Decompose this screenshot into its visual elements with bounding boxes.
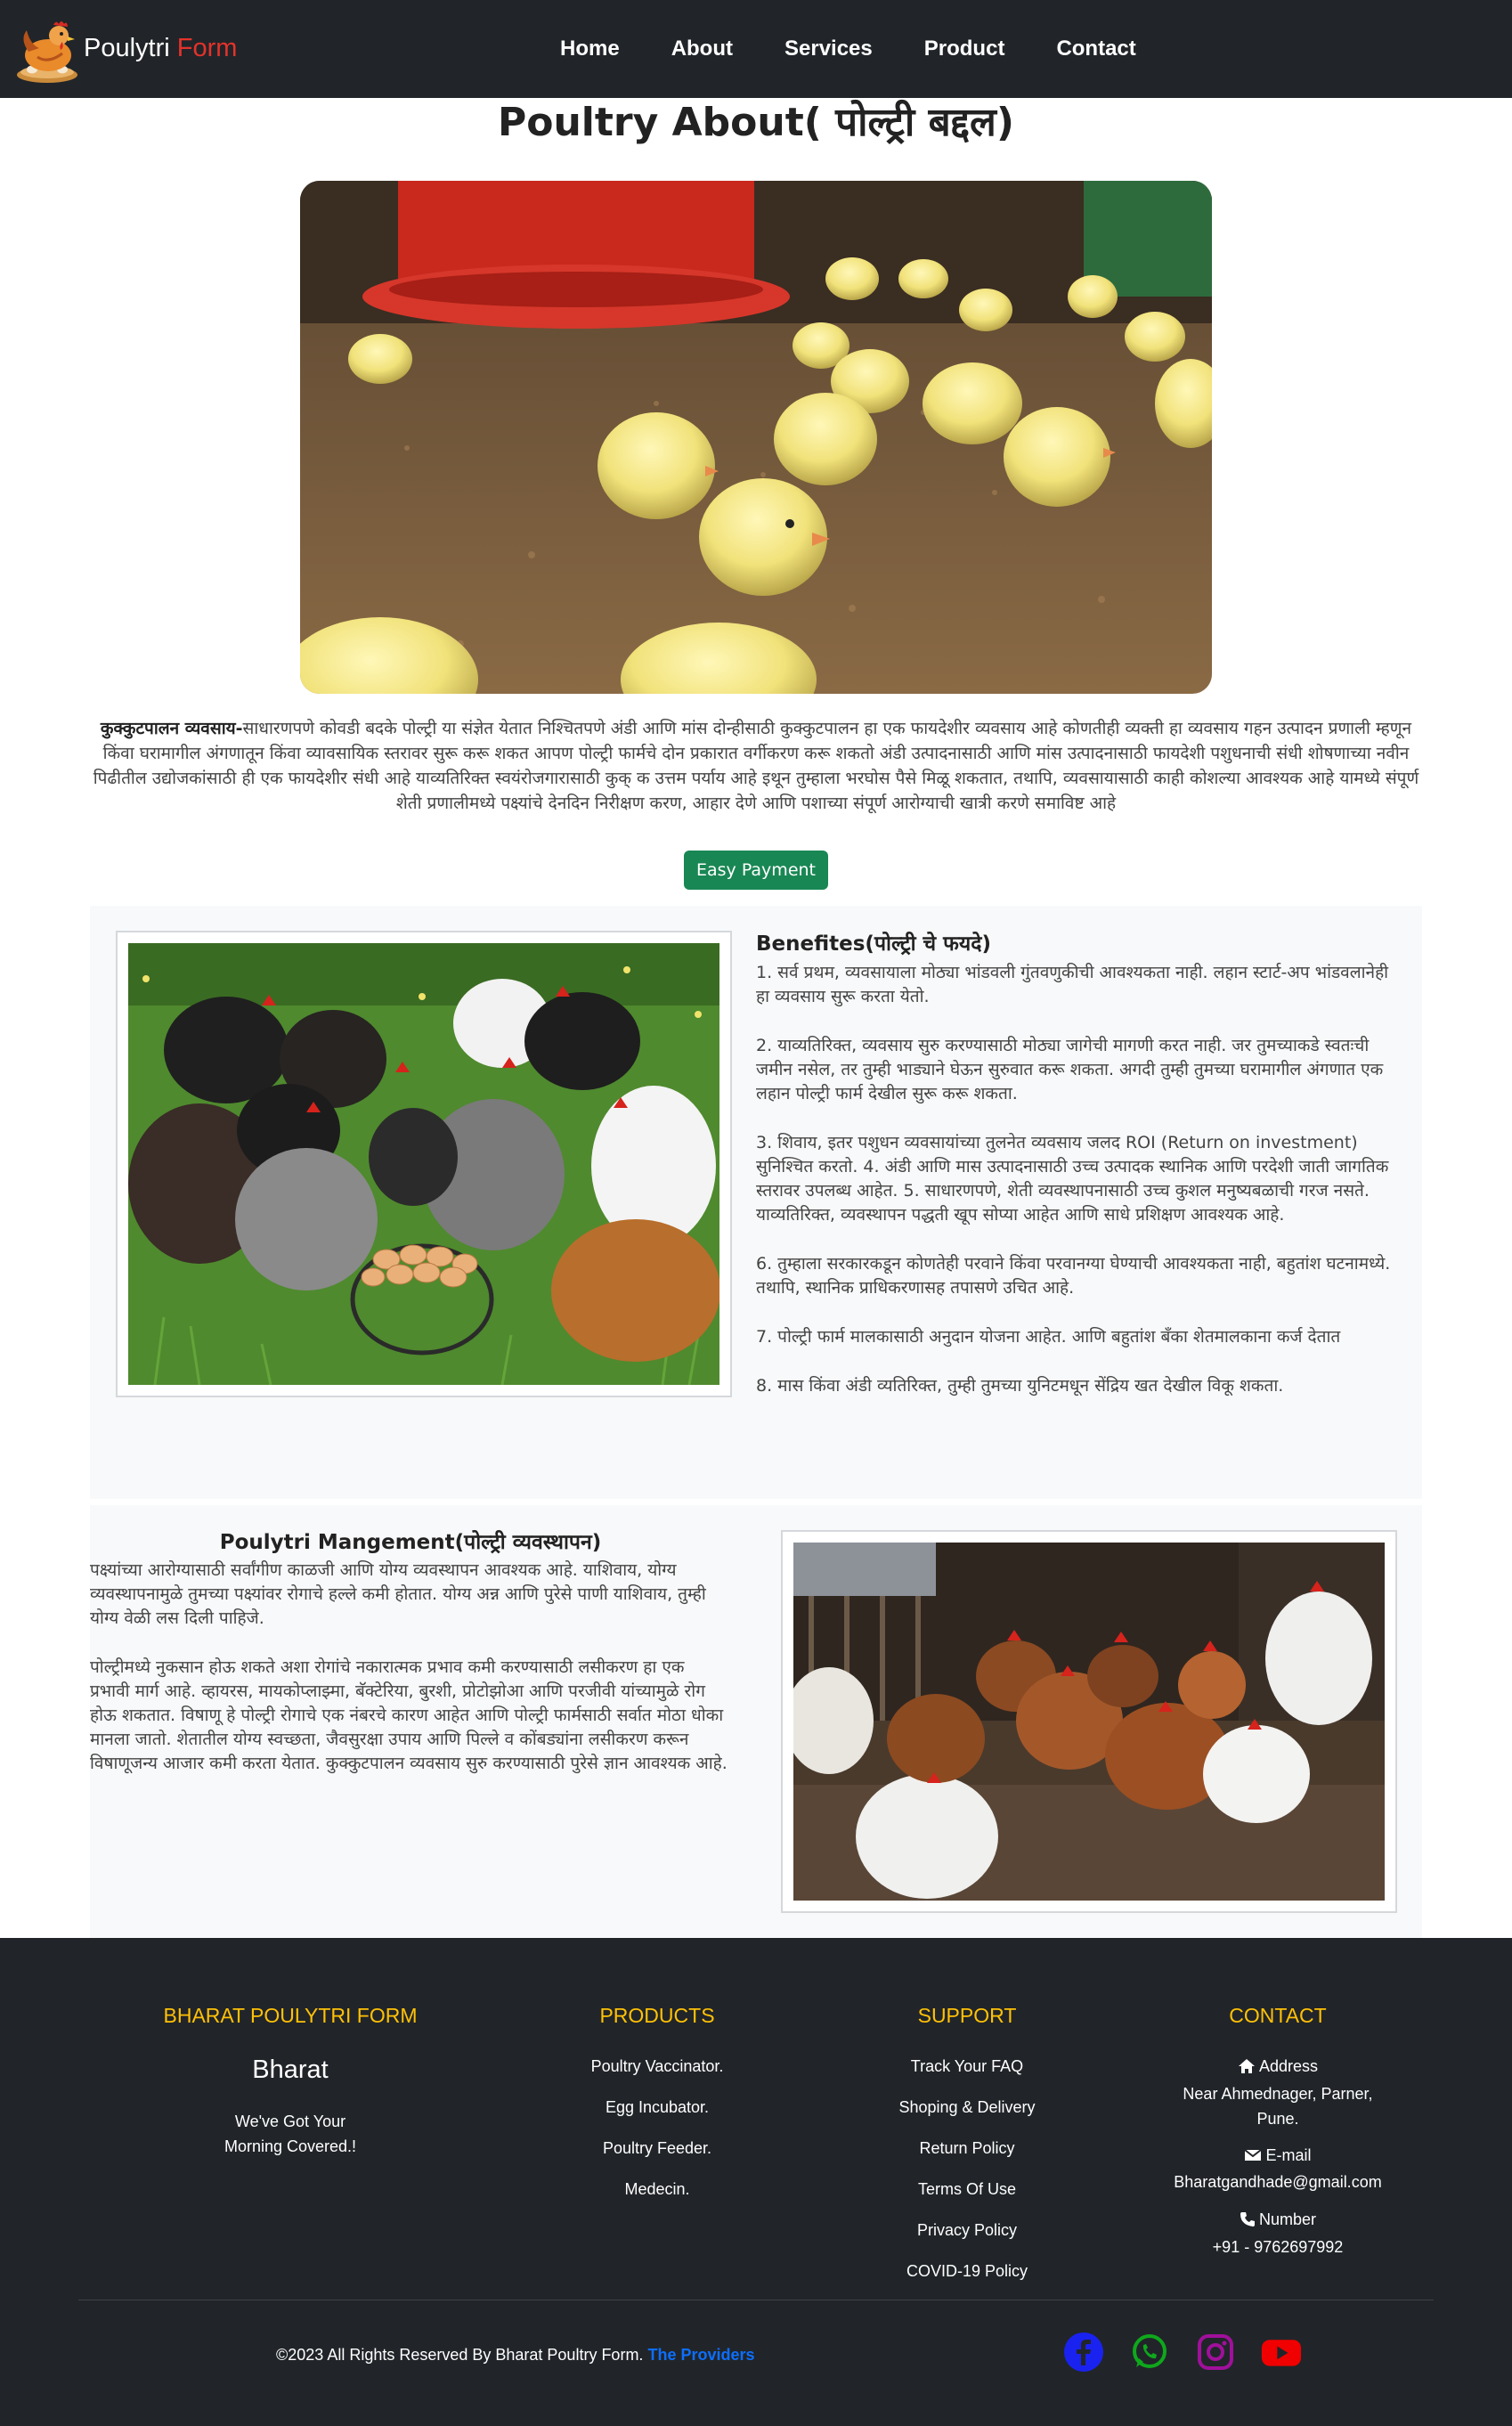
footer-support-heading: SUPPORT — [917, 2004, 1017, 2027]
address-label: Address — [1258, 2057, 1319, 2075]
providers-link[interactable]: The Providers — [647, 2346, 754, 2364]
about-text: साधारणपणे कोवडी बदके पोल्ट्री या संज्ञेत… — [93, 719, 1419, 813]
footer-brand-name: Bharat — [252, 2056, 329, 2084]
footer-email: E-mail Bharatgandhade@gmail.com — [1144, 2143, 1411, 2194]
nav-about[interactable]: About — [671, 37, 733, 61]
benefit-item: 7. पोल्ट्री फार्म मालकासाठी अनुदान योजना… — [756, 1327, 1341, 1347]
social-links — [1063, 2330, 1327, 2374]
envelope-icon — [1244, 2149, 1263, 2161]
management-text: पक्ष्यांच्या आरोग्यासाठी सर्वांगीण काळजी… — [90, 1559, 728, 1801]
footer-product-link[interactable]: Medecin. — [524, 2180, 791, 2199]
footer-support-link[interactable]: Shoping & Delivery — [833, 2098, 1101, 2117]
footer-tagline-line: We've Got Your — [234, 2113, 346, 2130]
benefit-item: 6. तुम्हाला सरकारकडून कोणतेही परवाने किं… — [756, 1254, 1391, 1298]
brand[interactable]: Poulytri Form — [12, 12, 237, 84]
management-section: Poulytri Mangement(पोल्ट्री व्यवस्थापन) … — [90, 1505, 1422, 1938]
footer-tagline: We've Got Your Morning Covered.! — [157, 2109, 424, 2159]
benefit-item: 2. याव्यतिरिक्त, व्यवसाय सुरु करण्यासाठी… — [756, 1036, 1384, 1103]
navbar: Poulytri Form Home About Services Produc… — [0, 0, 1512, 98]
phone-label: Number — [1258, 2210, 1317, 2228]
hens-eggs-image-frame — [116, 931, 732, 1397]
management-paragraph: पक्ष्यांच्या आरोग्यासाठी सर्वांगीण काळजी… — [90, 1560, 706, 1628]
brand-accent: Form — [176, 33, 238, 62]
nav-links: Home About Services Product Contact — [534, 0, 1162, 98]
management-paragraph: पोल्ट्रीमध्ये नुकसान होऊ शकते अशा रोगांच… — [90, 1657, 728, 1773]
email-value[interactable]: Bharatgandhade@gmail.com — [1144, 2170, 1411, 2194]
instagram-icon[interactable] — [1195, 2332, 1236, 2373]
nav-home[interactable]: Home — [560, 37, 620, 61]
benefits-section: Benefites(पोल्ट्री चे फयदे) 1. सर्व प्रथ… — [90, 906, 1422, 1499]
copyright-text: ©2023 All Rights Reserved By Bharat Poul… — [276, 2346, 644, 2364]
copyright: ©2023 All Rights Reserved By Bharat Poul… — [276, 2346, 755, 2365]
footer-support-link[interactable]: COVID-19 Policy — [833, 2262, 1101, 2281]
nav-services[interactable]: Services — [784, 37, 873, 61]
footer-products-heading: PRODUCTS — [599, 2004, 715, 2027]
benefits-title: Benefites(पोल्ट्री चे फयदे) — [756, 932, 991, 956]
nav-contact[interactable]: Contact — [1056, 37, 1135, 61]
facebook-icon[interactable] — [1063, 2332, 1104, 2373]
about-title: Poultry About( पोल्ट्री बद्दल) — [497, 100, 1014, 145]
benefit-item: 8. मास किंवा अंडी व्यतिरिक्त, तुम्ही तुम… — [756, 1376, 1284, 1396]
footer-brand-heading: BHARAT POULYTRI FORM — [163, 2004, 418, 2027]
email-label: E-mail — [1265, 2146, 1312, 2164]
nav-product[interactable]: Product — [924, 37, 1005, 61]
footer-support-link[interactable]: Terms Of Use — [833, 2180, 1101, 2199]
easy-payment-button[interactable]: Easy Payment — [684, 851, 828, 890]
benefits-list: 1. सर्व प्रथम, व्यवसायाला मोठ्या भांडवली… — [756, 961, 1397, 1423]
footer-phone: Number +91 - 9762697992 — [1144, 2207, 1411, 2259]
about-lead: कुक्कुटपालन व्यवसाय- — [100, 719, 243, 738]
footer-support-link[interactable]: Track Your FAQ — [833, 2057, 1101, 2076]
hen-logo-icon — [17, 21, 77, 83]
footer-support-link[interactable]: Privacy Policy — [833, 2221, 1101, 2240]
about-paragraph: कुक्कुटपालन व्यवसाय-साधारणपणे कोवडी बदके… — [89, 716, 1423, 816]
benefit-item: 3. शिवाय, इतर पशुधन व्यवसायांच्या तुलनेत… — [756, 1133, 1389, 1225]
brand-name: Poulytri Form — [84, 33, 238, 62]
address-line: Pune. — [1256, 2110, 1299, 2128]
phone-icon — [1240, 2212, 1255, 2227]
footer-product-link[interactable]: Poultry Feeder. — [524, 2139, 791, 2158]
address-line: Near Ahmednager, Parner, — [1183, 2085, 1373, 2103]
benefit-item: 1. सर्व प्रथम, व्यवसायाला मोठ्या भांडवली… — [756, 963, 1389, 1006]
footer-address: Address Near Ahmednager, Parner, Pune. — [1144, 2054, 1411, 2131]
footer-tagline-line: Morning Covered.! — [224, 2137, 357, 2155]
phone-value[interactable]: +91 - 9762697992 — [1144, 2235, 1411, 2259]
chicks-hero-image — [300, 181, 1212, 694]
footer-support-link[interactable]: Return Policy — [833, 2139, 1101, 2158]
hens-eggs-image — [128, 943, 720, 1386]
whatsapp-icon[interactable] — [1129, 2332, 1170, 2373]
hens-yard-image-frame — [781, 1530, 1397, 1913]
footer-product-link[interactable]: Egg Incubator. — [524, 2098, 791, 2117]
footer: BHARAT POULYTRI FORM Bharat We've Got Yo… — [0, 1938, 1512, 2426]
footer-product-link[interactable]: Poultry Vaccinator. — [524, 2057, 791, 2076]
home-icon — [1238, 2059, 1255, 2073]
management-title: Poulytri Mangement(पोल्ट्री व्यवस्थापन) — [219, 1531, 602, 1554]
youtube-icon[interactable] — [1261, 2332, 1302, 2373]
hens-yard-image — [784, 1543, 1385, 1901]
footer-contact-heading: CONTACT — [1229, 2004, 1327, 2027]
